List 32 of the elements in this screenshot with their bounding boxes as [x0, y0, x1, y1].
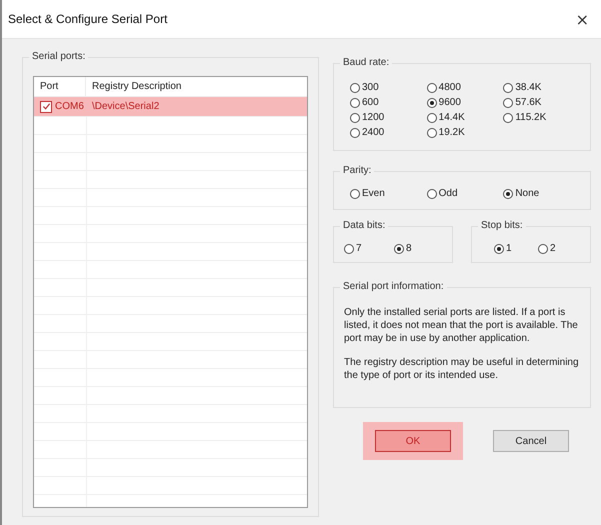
- group-label: Data bits:: [340, 220, 388, 231]
- info-text: Only the installed serial ports are listed. If a port is listed, it does not mean that the port is available. The port may be in use by another application.: [344, 306, 579, 345]
- close-button[interactable]: ×: [572, 10, 593, 28]
- radio-option[interactable]: 4800: [426, 80, 461, 95]
- radio-option[interactable]: 19.2K: [426, 125, 465, 140]
- radio-option[interactable]: None: [503, 188, 540, 199]
- port-list[interactable]: Port Registry Description COM6 \Device\Serial2: [33, 76, 308, 508]
- column-header[interactable]: Registry Description: [86, 81, 182, 92]
- radio-option[interactable]: Even: [350, 188, 385, 199]
- group-label: Baud rate:: [340, 57, 392, 68]
- radio-option[interactable]: 14.4K: [426, 110, 465, 125]
- radio-option[interactable]: 300: [350, 80, 379, 95]
- radio-option[interactable]: 600: [350, 95, 379, 110]
- group-label: Serial ports:: [29, 51, 88, 62]
- info-text: The registry description may be useful in determining the type of port or its intended use.: [344, 356, 580, 382]
- port-name: COM6: [55, 101, 84, 112]
- radio-option[interactable]: 38.4K: [503, 80, 542, 95]
- radio-option[interactable]: Odd: [426, 188, 458, 199]
- radio-option[interactable]: 2400: [350, 125, 384, 140]
- radio-option[interactable]: 57.6K: [503, 95, 542, 110]
- group-label: Stop bits:: [478, 220, 526, 231]
- checkbox[interactable]: [40, 100, 52, 112]
- radio-option[interactable]: 115.2K: [503, 110, 546, 125]
- registry-description: \Device\Serial2: [91, 101, 160, 112]
- group-label: Serial port information:: [340, 281, 447, 292]
- group-label: Parity:: [340, 165, 374, 176]
- cancel-button[interactable]: Cancel: [493, 430, 569, 452]
- window-title: Select & Configure Serial Port: [8, 12, 168, 26]
- radio-option[interactable]: 9600: [426, 95, 461, 110]
- column-header[interactable]: Port: [34, 77, 86, 96]
- port-row[interactable]: COM6 \Device\Serial2: [34, 97, 307, 117]
- radio-option[interactable]: 1200: [350, 110, 384, 125]
